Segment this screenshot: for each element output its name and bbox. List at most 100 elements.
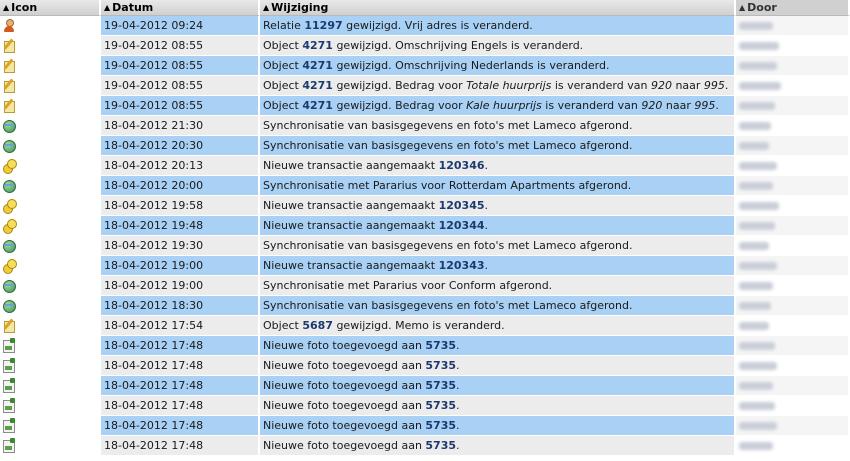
change-id[interactable]: 4271	[302, 99, 333, 112]
table-row[interactable]: 19-04-2012 08:55 Object 4271 gewijzigd. O…	[0, 56, 850, 76]
row-icon-cell	[0, 156, 101, 176]
row-date: 18-04-2012 19:58	[101, 196, 260, 216]
change-text: gewijzigd. Vrij adres is veranderd.	[342, 19, 533, 32]
table-row[interactable]: 18-04-2012 17:48 Nieuwe foto toegevoegd a…	[0, 396, 850, 416]
row-date: 18-04-2012 20:13	[101, 156, 260, 176]
redacted-author	[739, 282, 773, 290]
row-icon-cell	[0, 416, 101, 436]
change-id[interactable]: 120346	[439, 159, 485, 172]
row-date: 18-04-2012 19:00	[101, 256, 260, 276]
redacted-author	[739, 302, 771, 310]
change-text: .	[484, 159, 489, 172]
change-text: Nieuwe transactie aangemaakt	[263, 159, 439, 172]
column-header-change[interactable]: ▲ Wijziging	[260, 0, 736, 16]
table-row[interactable]: 18-04-2012 19:30 Synchronisatie van basis…	[0, 236, 850, 256]
row-author	[736, 276, 850, 296]
row-change: Synchronisatie met Pararius voor Rotterd…	[260, 176, 736, 196]
row-change: Nieuwe transactie aangemaakt 120345.	[260, 196, 736, 216]
row-icon-cell	[0, 236, 101, 256]
change-id[interactable]: 5735	[425, 439, 456, 452]
table-row[interactable]: 19-04-2012 08:55 Object 4271 gewijzigd. B…	[0, 96, 850, 116]
table-row[interactable]: 18-04-2012 17:48 Nieuwe foto toegevoegd a…	[0, 336, 850, 356]
table-row[interactable]: 18-04-2012 19:48 Nieuwe transactie aangem…	[0, 216, 850, 236]
change-text: is veranderd van	[551, 79, 651, 92]
table-row[interactable]: 18-04-2012 19:00 Synchronisatie met Parar…	[0, 276, 850, 296]
change-id[interactable]: 5735	[425, 379, 456, 392]
row-change: Nieuwe foto toegevoegd aan 5735.	[260, 336, 736, 356]
table-row[interactable]: 18-04-2012 17:48 Nieuwe foto toegevoegd a…	[0, 356, 850, 376]
edit-icon	[2, 78, 16, 93]
row-icon-cell	[0, 16, 101, 36]
change-log-rows: 19-04-2012 09:24 Relatie 11297 gewijzigd.…	[0, 16, 850, 456]
sync-icon	[2, 239, 16, 253]
row-change: Nieuwe transactie aangemaakt 120346.	[260, 156, 736, 176]
change-text: .	[484, 199, 489, 212]
table-row[interactable]: 18-04-2012 17:48 Nieuwe foto toegevoegd a…	[0, 376, 850, 396]
change-id[interactable]: 5735	[425, 359, 456, 372]
change-text: Synchronisatie met Pararius voor Conform…	[263, 279, 553, 292]
table-row[interactable]: 18-04-2012 20:30 Synchronisatie van basis…	[0, 136, 850, 156]
row-author	[736, 36, 850, 56]
redacted-author	[739, 102, 775, 110]
column-header-icon[interactable]: ▲ Icon	[0, 0, 101, 16]
user-icon	[2, 19, 16, 32]
row-author	[736, 56, 850, 76]
header-row: ▲ Icon ▲ Datum ▲ Wijziging ▲ Door	[0, 0, 850, 16]
change-text: is veranderd van	[541, 99, 642, 112]
change-text: Nieuwe transactie aangemaakt	[263, 259, 439, 272]
change-id[interactable]: 4271	[302, 39, 333, 52]
change-id[interactable]: 5687	[302, 319, 333, 332]
table-row[interactable]: 18-04-2012 18:30 Synchronisatie van basis…	[0, 296, 850, 316]
redacted-author	[739, 322, 769, 330]
table-row[interactable]: 18-04-2012 20:13 Nieuwe transactie aangem…	[0, 156, 850, 176]
row-date: 18-04-2012 17:48	[101, 396, 260, 416]
change-text: Object	[263, 79, 303, 92]
change-text: gewijzigd. Bedrag voor	[332, 79, 467, 92]
change-text: Object	[263, 319, 303, 332]
row-icon-cell	[0, 356, 101, 376]
change-id[interactable]: 11297	[304, 19, 342, 32]
row-date: 18-04-2012 19:00	[101, 276, 260, 296]
row-date: 19-04-2012 08:55	[101, 56, 260, 76]
change-id[interactable]: 120344	[439, 219, 485, 232]
table-row[interactable]: 18-04-2012 17:48 Nieuwe foto toegevoegd a…	[0, 416, 850, 436]
row-date: 18-04-2012 17:48	[101, 336, 260, 356]
table-row[interactable]: 18-04-2012 21:30 Synchronisatie van basis…	[0, 116, 850, 136]
change-text: .	[456, 359, 460, 372]
change-id[interactable]: 4271	[302, 79, 333, 92]
edit-icon	[2, 318, 16, 333]
change-text: Nieuwe foto toegevoegd aan	[263, 359, 426, 372]
table-row[interactable]: 18-04-2012 19:00 Nieuwe transactie aangem…	[0, 256, 850, 276]
row-author	[736, 376, 850, 396]
row-icon-cell	[0, 336, 101, 356]
change-text: Object	[263, 99, 303, 112]
redacted-author	[739, 22, 773, 30]
change-text: Synchronisatie van basisgegevens en foto…	[263, 239, 633, 252]
change-id[interactable]: 120343	[439, 259, 485, 272]
table-row[interactable]: 19-04-2012 08:55 Object 4271 gewijzigd. O…	[0, 36, 850, 56]
table-row[interactable]: 18-04-2012 19:58 Nieuwe transactie aangem…	[0, 196, 850, 216]
table-row[interactable]: 18-04-2012 17:54 Object 5687 gewijzigd. M…	[0, 316, 850, 336]
column-header-by[interactable]: ▲ Door	[736, 0, 850, 16]
change-text: .	[484, 259, 489, 272]
change-text: Nieuwe transactie aangemaakt	[263, 219, 439, 232]
table-row[interactable]: 19-04-2012 08:55 Object 4271 gewijzigd. B…	[0, 76, 850, 96]
change-id[interactable]: 4271	[302, 59, 333, 72]
row-change: Nieuwe foto toegevoegd aan 5735.	[260, 436, 736, 456]
row-change: Relatie 11297 gewijzigd. Vrij adres is v…	[260, 16, 736, 36]
table-row[interactable]: 18-04-2012 20:00 Synchronisatie met Parar…	[0, 176, 850, 196]
change-id[interactable]: 120345	[439, 199, 485, 212]
column-header-date[interactable]: ▲ Datum	[101, 0, 260, 16]
redacted-author	[739, 202, 779, 210]
table-row[interactable]: 18-04-2012 17:48 Nieuwe foto toegevoegd a…	[0, 436, 850, 456]
table-row[interactable]: 19-04-2012 09:24 Relatie 11297 gewijzigd.…	[0, 16, 850, 36]
change-text: Synchronisatie met Pararius voor Rotterd…	[263, 179, 632, 192]
change-id[interactable]: 5735	[425, 399, 456, 412]
change-id[interactable]: 5735	[425, 419, 456, 432]
change-text: .	[715, 99, 719, 112]
row-icon-cell	[0, 196, 101, 216]
row-author	[736, 396, 850, 416]
change-text: .	[456, 419, 460, 432]
change-id[interactable]: 5735	[425, 339, 456, 352]
change-text: Object	[263, 39, 303, 52]
